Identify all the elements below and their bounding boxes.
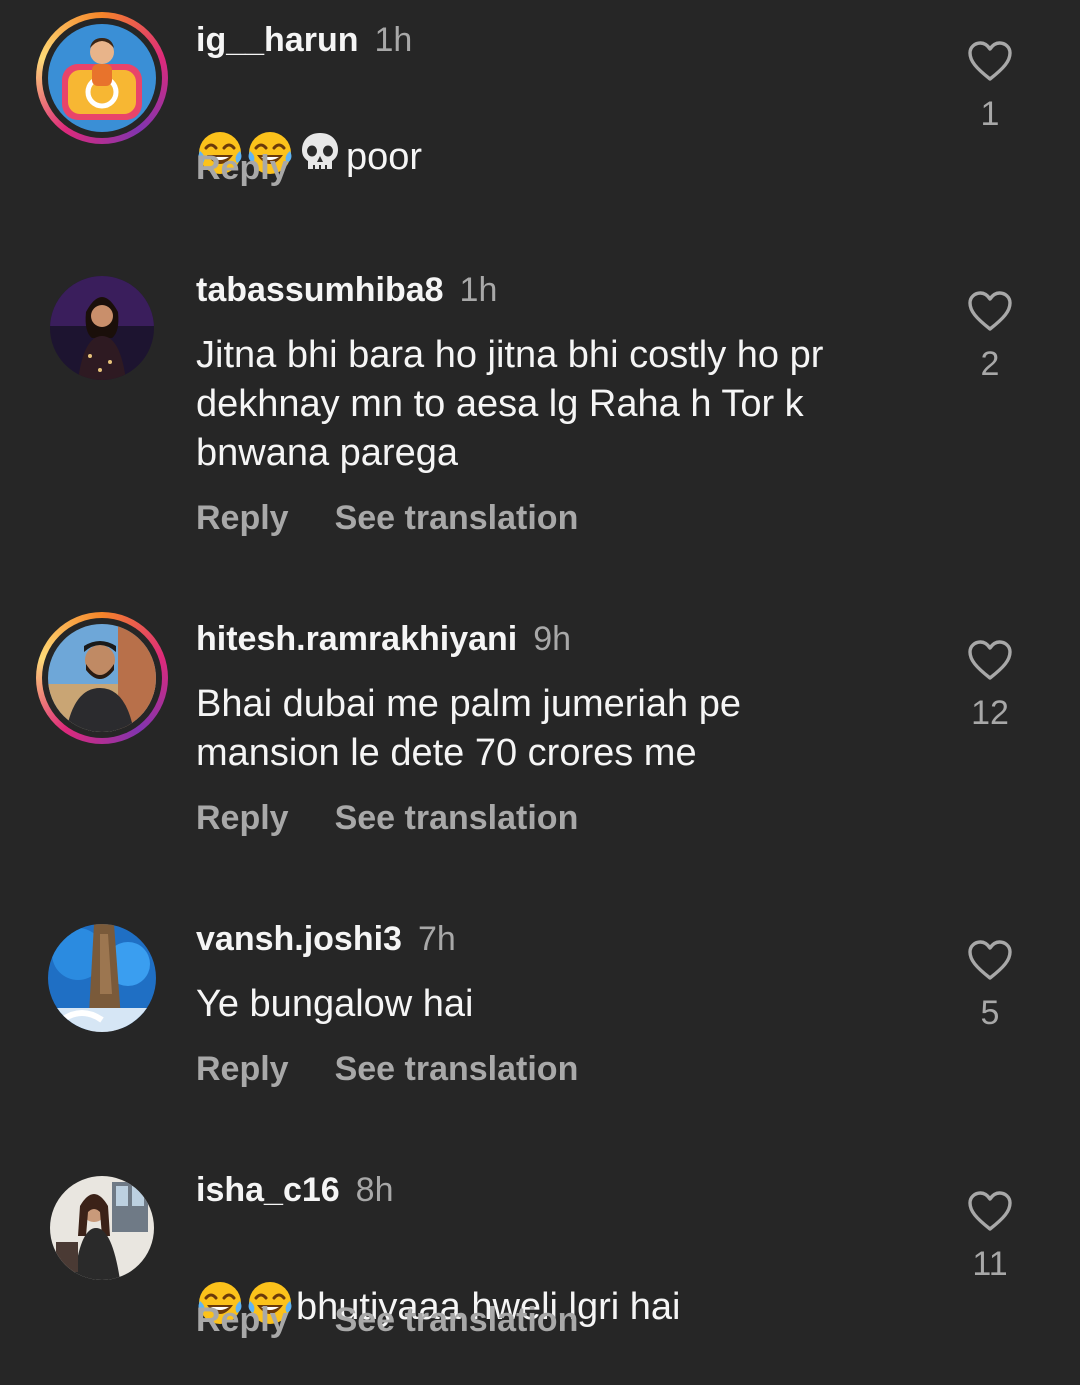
comment-header: ig__harun 1h <box>196 20 412 60</box>
comment-header: tabassumhiba8 1h <box>196 270 497 310</box>
comment-time: 9h <box>533 620 572 658</box>
like-control: 12 <box>960 637 1020 733</box>
like-control: 11 <box>960 1188 1020 1284</box>
story-ring[interactable] <box>36 612 168 744</box>
reply-button[interactable]: Reply <box>196 798 289 838</box>
see-translation-button[interactable]: See translation <box>335 1300 579 1340</box>
story-ring[interactable] <box>36 12 168 144</box>
avatar[interactable] <box>50 1176 154 1280</box>
heart-icon[interactable] <box>966 38 1014 86</box>
comment-body: Bhai dubai me palm jumeriah pe mansion l… <box>196 683 741 774</box>
reply-button[interactable]: Reply <box>196 148 289 188</box>
like-count: 12 <box>971 694 1009 732</box>
comment-actions: Reply <box>196 148 289 188</box>
comment-header: hitesh.ramrakhiyani 9h <box>196 619 571 659</box>
heart-icon[interactable] <box>966 637 1014 685</box>
username[interactable]: vansh.joshi3 <box>196 920 402 958</box>
heart-icon[interactable] <box>966 937 1014 985</box>
see-translation-button[interactable]: See translation <box>335 1049 579 1089</box>
like-control: 1 <box>960 38 1020 134</box>
comment-header: isha_c16 8h <box>196 1170 394 1210</box>
see-translation-button[interactable]: See translation <box>335 798 579 838</box>
heart-icon[interactable] <box>966 288 1014 336</box>
username[interactable]: hitesh.ramrakhiyani <box>196 620 517 658</box>
see-translation-button[interactable]: See translation <box>335 498 579 538</box>
comment-text: poor <box>196 80 916 182</box>
comment-time: 7h <box>417 920 456 958</box>
skull-icon <box>296 129 344 177</box>
comment-actions: Reply See translation <box>196 498 578 538</box>
comment-header: vansh.joshi3 7h <box>196 919 456 959</box>
reply-button[interactable]: Reply <box>196 1049 289 1089</box>
reply-button[interactable]: Reply <box>196 1300 289 1340</box>
avatar[interactable] <box>48 24 156 132</box>
comment-actions: Reply See translation <box>196 1300 578 1340</box>
reply-button[interactable]: Reply <box>196 498 289 538</box>
comment-time: 8h <box>355 1171 394 1209</box>
like-count: 11 <box>972 1245 1008 1283</box>
avatar[interactable] <box>48 924 156 1032</box>
like-count: 5 <box>980 994 1000 1032</box>
like-count: 2 <box>980 345 1000 383</box>
username[interactable]: ig__harun <box>196 21 358 59</box>
like-control: 2 <box>960 288 1020 384</box>
comment-time: 1h <box>374 21 413 59</box>
comment-time: 1h <box>459 271 498 309</box>
avatar[interactable] <box>48 624 156 732</box>
heart-icon[interactable] <box>966 1188 1014 1236</box>
like-control: 5 <box>960 937 1020 1033</box>
comment-actions: Reply See translation <box>196 798 578 838</box>
comment-actions: Reply See translation <box>196 1049 578 1089</box>
comment-body: poor <box>346 136 423 178</box>
comment-body: Jitna bhi bara ho jitna bhi costly ho pr… <box>196 334 824 474</box>
comment-body: Ye bungalow hai <box>196 983 474 1025</box>
avatar[interactable] <box>50 276 154 380</box>
like-count: 1 <box>980 95 1000 133</box>
username[interactable]: isha_c16 <box>196 1171 340 1209</box>
username[interactable]: tabassumhiba8 <box>196 271 444 309</box>
